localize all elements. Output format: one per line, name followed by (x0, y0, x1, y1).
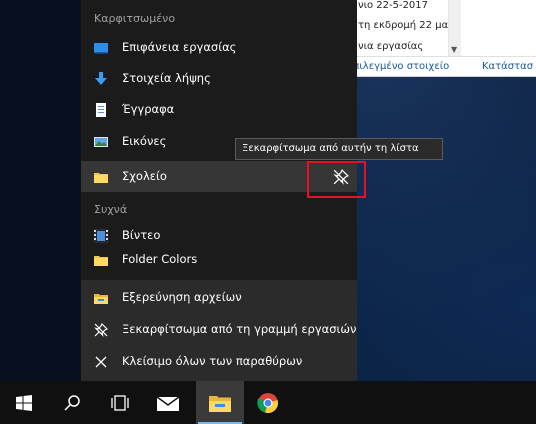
task-view-button[interactable] (96, 381, 144, 424)
pinned-item-label: Επιφάνεια εργασίας (122, 40, 237, 54)
frequent-item-folder-colors[interactable]: Folder Colors (81, 244, 357, 275)
pinned-item-label: Έγγραφα (122, 102, 175, 116)
start-button[interactable] (0, 381, 48, 424)
start-icon (16, 394, 32, 411)
pinned-item-downloads[interactable]: Στοιχεία λήψης (81, 63, 357, 94)
mail-button[interactable] (144, 381, 192, 424)
explorer-status-bar: επιλεγμένο στοιχείο Κατάστασ (356, 56, 536, 76)
scroll-down-icon[interactable]: ▼ (451, 45, 457, 54)
highlight-box (307, 161, 366, 198)
mail-icon (157, 395, 179, 411)
folder-icon (94, 169, 108, 183)
taskbar (0, 381, 536, 424)
selected-item-label: επιλεγμένο στοιχείο (356, 61, 450, 72)
downloads-icon (94, 71, 108, 85)
task-view-icon (111, 394, 129, 411)
task-label: Ξεκαρφίτσωμα από τη γραμμή εργασιών (122, 322, 357, 336)
close-icon (94, 354, 108, 368)
explorer-row-3[interactable]: νια εργασίας (358, 41, 423, 52)
task-unpin-from-taskbar[interactable]: Ξεκαρφίτσωμα από τη γραμμή εργασιών (81, 314, 357, 346)
pinned-section-title: Καρφιτσωμένο (94, 12, 176, 25)
file-explorer-taskbar-button[interactable] (196, 381, 244, 424)
folder-icon (94, 252, 108, 266)
pinned-item-documents[interactable]: Έγγραφα (81, 94, 357, 125)
file-explorer-window[interactable]: νιο 22-5-2017 τη εκδρομή 22 μαι νια εργα… (356, 0, 536, 77)
unpin-icon (94, 322, 109, 337)
documents-icon (94, 102, 108, 117)
search-icon (64, 394, 80, 411)
task-close-all-windows[interactable]: Κλείσιμο όλων των παραθύρων (81, 346, 357, 378)
videos-icon (94, 228, 108, 243)
pinned-item-label: Εικόνες (122, 134, 167, 148)
task-label: Κλείσιμο όλων των παραθύρων (122, 354, 303, 368)
pinned-item-label: Σχολείο (122, 169, 167, 183)
file-explorer-icon (209, 395, 231, 412)
task-label: Εξερεύνηση αρχείων (122, 290, 242, 304)
explorer-row-2[interactable]: τη εκδρομή 22 μαι (358, 20, 452, 31)
status-label: Κατάστασ (482, 61, 534, 72)
desktop-dark-strip (0, 0, 81, 381)
file-explorer-icon (94, 290, 108, 304)
pinned-item-label: Στοιχεία λήψης (122, 71, 211, 85)
jump-list-tasks: Εξερεύνηση αρχείων Ξεκαρφίτσωμα από τη γ… (81, 280, 357, 381)
pinned-item-desktop[interactable]: Επιφάνεια εργασίας (81, 32, 357, 63)
chrome-icon (257, 392, 278, 413)
pictures-icon (94, 134, 108, 148)
unpin-tooltip: Ξεκαρφίτσωμα από αυτήν τη λίστα (235, 138, 443, 160)
explorer-scrollbar[interactable]: ▼ (448, 0, 461, 56)
desktop-icon (94, 40, 108, 54)
frequent-section-title: Συχνά (94, 203, 128, 216)
explorer-row-1[interactable]: νιο 22-5-2017 (358, 0, 428, 11)
search-button[interactable] (48, 381, 96, 424)
frequent-item-label: Folder Colors (122, 252, 198, 266)
frequent-item-label: Βίντεο (122, 228, 161, 242)
task-open-file-explorer[interactable]: Εξερεύνηση αρχείων (81, 282, 357, 314)
explorer-preview-pane (462, 0, 536, 56)
chrome-button[interactable] (244, 381, 292, 424)
